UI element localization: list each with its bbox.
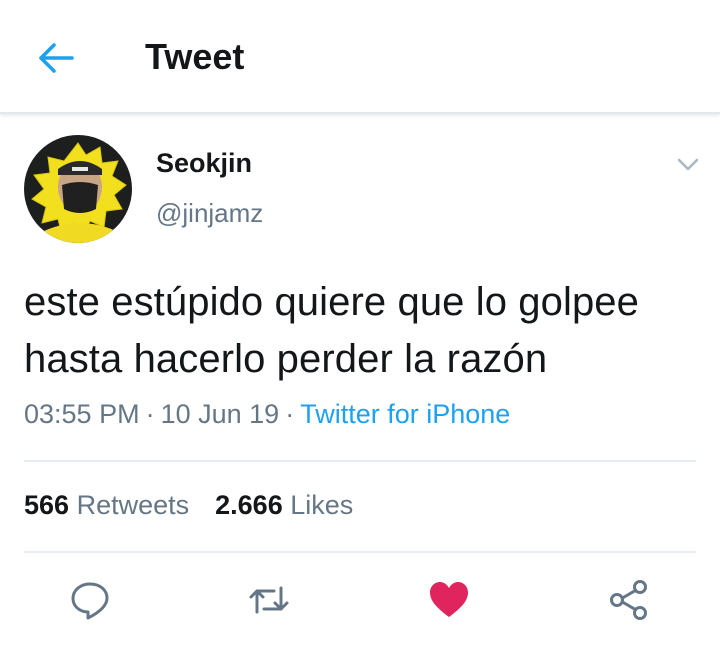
tweet-stats: 566 Retweets 2.666 Likes <box>24 490 353 521</box>
tweet-metadata: 03:55 PM · 10 Jun 19 · Twitter for iPhone <box>24 399 510 430</box>
tweet-menu-button[interactable] <box>672 150 704 178</box>
heart-icon <box>430 582 468 617</box>
retweets-count: 566 <box>24 490 70 520</box>
retweets-label: Retweets <box>76 490 190 520</box>
chevron-down-icon <box>677 158 699 171</box>
likes-label: Likes <box>290 490 354 520</box>
avatar-photo <box>24 135 132 243</box>
author-display-name[interactable]: Seokjin <box>156 148 252 179</box>
divider <box>24 460 696 462</box>
top-app-bar: Tweet <box>0 0 720 114</box>
likes-stat[interactable]: 2.666 Likes <box>215 490 353 520</box>
tweet-text: este estúpido quiere que lo golpee hasta… <box>24 280 639 381</box>
retweet-icon <box>249 586 289 614</box>
arrow-left-icon <box>39 43 74 73</box>
like-button[interactable] <box>427 578 471 622</box>
avatar[interactable] <box>24 135 132 243</box>
share-icon <box>610 580 647 620</box>
tweet-time: 03:55 PM <box>24 399 140 429</box>
reply-icon <box>71 582 109 620</box>
reply-button[interactable] <box>68 578 112 622</box>
author-handle[interactable]: @jinjamz <box>156 198 263 229</box>
tweet-source-link[interactable]: Twitter for iPhone <box>300 399 510 429</box>
tweet-date: 10 Jun 19 <box>160 399 280 429</box>
meta-separator: · <box>145 399 155 429</box>
meta-separator: · <box>285 399 295 429</box>
retweets-stat[interactable]: 566 Retweets <box>24 490 189 520</box>
share-button[interactable] <box>607 578 651 622</box>
divider <box>24 551 696 553</box>
page-title: Tweet <box>145 36 245 77</box>
back-button[interactable] <box>34 36 78 80</box>
retweet-button[interactable] <box>247 578 291 622</box>
likes-count: 2.666 <box>215 490 283 520</box>
